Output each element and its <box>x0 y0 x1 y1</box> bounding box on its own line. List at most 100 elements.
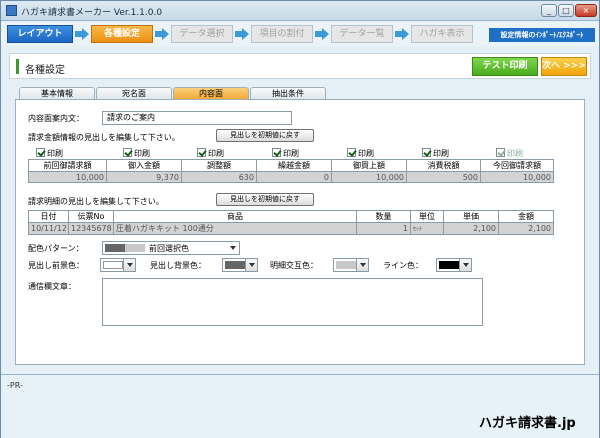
step-settings[interactable]: 各種設定 <box>91 25 153 43</box>
detail-header-cell[interactable]: 数量 <box>356 210 411 223</box>
print-checkbox-5[interactable]: 印刷 <box>347 148 374 159</box>
bg-color-select[interactable] <box>222 258 258 272</box>
print-checkbox-2[interactable]: 印刷 <box>123 148 150 159</box>
step-arrow-icon <box>315 28 329 40</box>
detail-table: 日付 伝票No 商品 数量 単位 単価 金額 10/11/12 12345678… <box>28 210 554 235</box>
chevron-down-icon <box>227 242 239 254</box>
wizard-steps: レイアウト 各種設定 データ選択 項目の割付 データ一覧 ハガキ表示 設定情報の… <box>1 22 599 46</box>
step-arrow-icon <box>75 28 89 40</box>
alt-color-label: 明細交互色： <box>270 261 318 270</box>
window-title: ハガキ請求書メーカー Ver.1.1.0.0 <box>21 8 163 18</box>
detail-value-cell: 2,100 <box>498 222 554 235</box>
step-arrow-icon <box>155 28 169 40</box>
fg-color-label: 見出し前景色： <box>28 261 84 270</box>
maximize-button[interactable]: □ <box>558 4 574 17</box>
detail-value-cell: ｾｯﾄ <box>410 222 444 235</box>
tab-content-side[interactable]: 内容面 <box>173 87 249 99</box>
detail-value-cell: 圧着ハガキキット 100通分 <box>113 222 357 235</box>
step-arrow-icon <box>395 28 409 40</box>
detail-header-cell[interactable]: 単価 <box>443 210 499 223</box>
pr-label: -PR- <box>7 381 23 390</box>
step-arrow-icon <box>235 28 249 40</box>
print-checkbox-7: 印刷 <box>496 148 523 159</box>
detail-header-cell[interactable]: 伝票No <box>68 210 114 223</box>
detail-value-cell: 1 <box>356 222 411 235</box>
detail-value-cell: 12345678 <box>68 222 114 235</box>
amount-value-cell: 10,000 <box>331 171 407 183</box>
detail-value-cell: 2,100 <box>443 222 499 235</box>
pattern-swatch-light <box>125 244 145 252</box>
title-bar: ハガキ請求書メーカー Ver.1.1.0.0 _ □ × <box>1 1 599 21</box>
detail-header-cell[interactable]: 日付 <box>28 210 69 223</box>
page-title: 各種設定 <box>25 65 65 76</box>
line-color-label: ライン色： <box>383 261 423 270</box>
print-checkbox-3[interactable]: 印刷 <box>197 148 224 159</box>
app-icon <box>6 5 17 16</box>
settings-tabs: 基本情報 宛名面 内容面 抽出条件 <box>19 87 579 99</box>
amount-value-cell: 10,000 <box>480 171 554 183</box>
step-postcard-view[interactable]: ハガキ表示 <box>411 25 473 43</box>
print-checkbox-1[interactable]: 印刷 <box>36 148 63 159</box>
bg-color-label: 見出し背景色： <box>150 261 206 270</box>
tab-basic-info[interactable]: 基本情報 <box>19 87 95 99</box>
line-color-swatch <box>439 261 459 269</box>
chevron-down-icon <box>123 259 135 271</box>
amount-header-cell[interactable]: 御買上額 <box>331 159 407 172</box>
test-print-button[interactable]: テスト印刷 <box>472 57 538 76</box>
amount-header-cell[interactable]: 今回御請求額 <box>480 159 554 172</box>
step-data-select[interactable]: データ選択 <box>171 25 233 43</box>
tab-address-side[interactable]: 宛名面 <box>96 87 172 99</box>
pr-area: -PR- ハガキ請求書.jp <box>1 374 599 438</box>
tab-extract-conditions[interactable]: 抽出条件 <box>250 87 326 99</box>
amount-header-cell[interactable]: 御入金額 <box>106 159 182 172</box>
color-pattern-select[interactable]: 前回選択色 <box>102 241 240 255</box>
fg-color-select[interactable] <box>100 258 136 272</box>
detail-header-cell[interactable]: 単位 <box>410 210 444 223</box>
amount-header-cell[interactable]: 前回御請求額 <box>28 159 107 172</box>
print-checkbox-4[interactable]: 印刷 <box>272 148 299 159</box>
pattern-swatch-dark <box>105 244 125 252</box>
amount-value-cell: 630 <box>181 171 257 183</box>
amount-header-cell[interactable]: 繰越金額 <box>256 159 332 172</box>
detail-header-cell[interactable]: 金額 <box>498 210 554 223</box>
amount-value-cell: 10,000 <box>28 171 107 183</box>
guide-text-input[interactable]: 請求のご案内 <box>102 111 292 125</box>
header-accent <box>16 59 19 74</box>
step-data-list[interactable]: データ一覧 <box>331 25 393 43</box>
guide-label: 内容面案内文： <box>28 114 84 123</box>
memo-textarea[interactable] <box>102 278 483 326</box>
close-button[interactable]: × <box>575 4 597 17</box>
amount-header-cell[interactable]: 消費税額 <box>406 159 481 172</box>
section-header: 各種設定 テスト印刷 次へ >>> <box>9 53 591 79</box>
color-pattern-label: 配色パターン： <box>28 244 84 253</box>
detail-header-cell[interactable]: 商品 <box>113 210 357 223</box>
chevron-down-icon <box>245 259 257 271</box>
color-pattern-value: 前回選択色 <box>149 244 189 253</box>
next-button[interactable]: 次へ >>> <box>541 57 587 76</box>
chevron-down-icon <box>356 259 368 271</box>
memo-label: 通信欄文章： <box>28 282 76 291</box>
fg-color-swatch <box>103 261 123 269</box>
step-field-assign[interactable]: 項目の割付 <box>251 25 313 43</box>
step-layout[interactable]: レイアウト <box>7 25 73 43</box>
bg-color-swatch <box>225 261 245 269</box>
import-export-button[interactable]: 設定情報のｲﾝﾎﾟｰﾄ/ｴｸｽﾎﾟｰﾄ <box>489 28 595 42</box>
amount-value-cell: 9,370 <box>106 171 182 183</box>
reset-detail-headers-button[interactable]: 見出しを初期値に戻す <box>216 193 314 206</box>
amount-caption: 請求金額情報の見出しを編集して下さい。 <box>28 133 180 142</box>
brand-logo: ハガキ請求書.jp <box>479 416 576 431</box>
reset-amount-headers-button[interactable]: 見出しを初期値に戻す <box>216 129 314 142</box>
minimize-button[interactable]: _ <box>541 4 557 17</box>
content-side-panel: 内容面案内文： 請求のご案内 請求金額情報の見出しを編集して下さい。 見出しを初… <box>15 99 585 365</box>
alt-color-select[interactable] <box>333 258 369 272</box>
alt-color-swatch <box>336 261 356 269</box>
amount-value-cell: 500 <box>406 171 481 183</box>
line-color-select[interactable] <box>436 258 472 272</box>
detail-value-cell: 10/11/12 <box>28 222 69 235</box>
chevron-down-icon <box>459 259 471 271</box>
print-checkbox-6[interactable]: 印刷 <box>422 148 449 159</box>
amount-header-cell[interactable]: 調整額 <box>181 159 257 172</box>
amount-table: 前回御請求額 御入金額 調整額 繰越金額 御買上額 消費税額 今回御請求額 10… <box>28 159 554 183</box>
app-window: ハガキ請求書メーカー Ver.1.1.0.0 _ □ × レイアウト 各種設定 … <box>0 0 600 438</box>
amount-value-cell: 0 <box>256 171 332 183</box>
